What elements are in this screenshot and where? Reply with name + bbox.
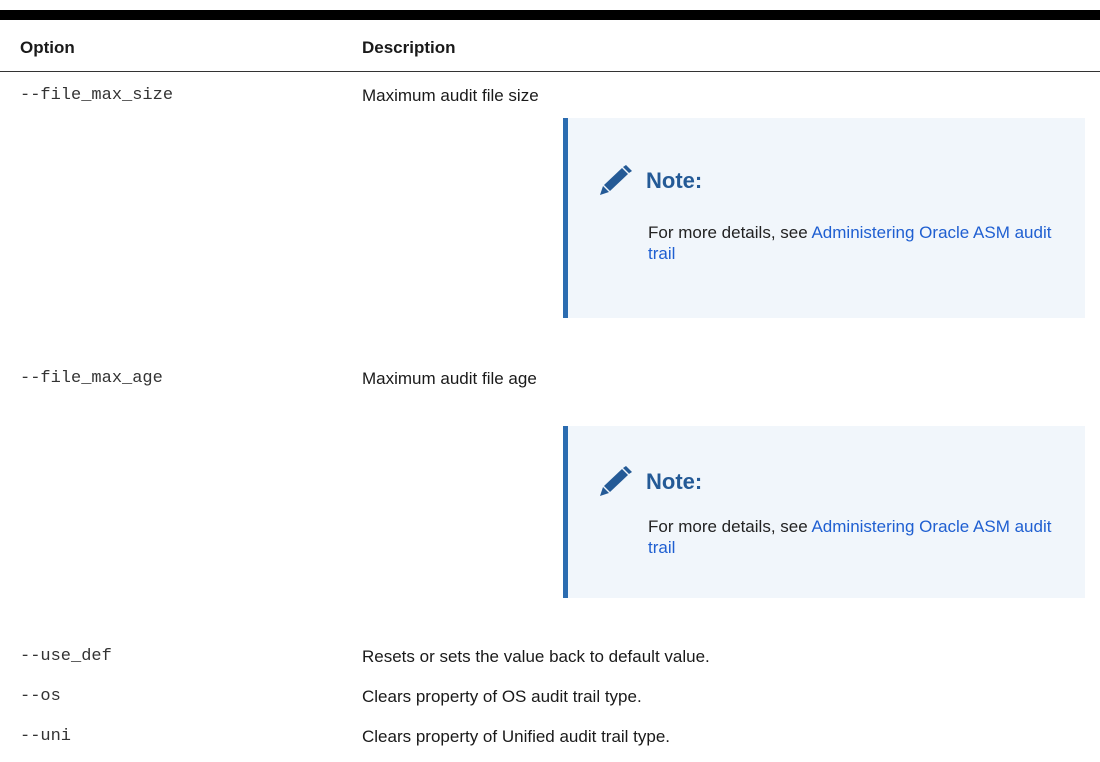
option-name: --use_def	[20, 647, 112, 666]
option-description: Maximum audit file age	[362, 369, 537, 388]
option-name: --file_max_age	[20, 369, 163, 388]
table-row: --os Clears property of OS audit trail t…	[0, 678, 1100, 718]
table-row: --uni Clears property of Unified audit t…	[0, 718, 1100, 758]
note-callout: Note: For more details, see Administerin…	[563, 426, 1085, 598]
pencil-icon	[600, 165, 632, 195]
pencil-icon	[600, 466, 632, 496]
note-callout: Note: For more details, see Administerin…	[563, 118, 1085, 318]
top-rule	[0, 10, 1100, 20]
column-header-description: Description	[362, 38, 456, 57]
option-description: Resets or sets the value back to default…	[362, 647, 710, 666]
note-text: For more details, see Administering Orac…	[648, 223, 1052, 263]
table-row: --file_max_age Maximum audit file age No…	[0, 355, 1100, 638]
table-row: --file_max_size Maximum audit file size …	[0, 72, 1100, 355]
note-text: For more details, see Administering Orac…	[648, 517, 1052, 557]
note-title: Note:	[646, 168, 703, 193]
option-name: --uni	[20, 727, 72, 746]
option-description: Clears property of OS audit trail type.	[362, 687, 642, 706]
column-header-option: Option	[20, 38, 75, 57]
option-description: Maximum audit file size	[362, 86, 539, 105]
table-row: --use_def Resets or sets the value back …	[0, 638, 1100, 678]
option-name: --file_max_size	[20, 86, 174, 105]
option-name: --os	[20, 687, 61, 706]
option-description: Clears property of Unified audit trail t…	[362, 727, 671, 746]
note-title: Note:	[646, 469, 703, 494]
